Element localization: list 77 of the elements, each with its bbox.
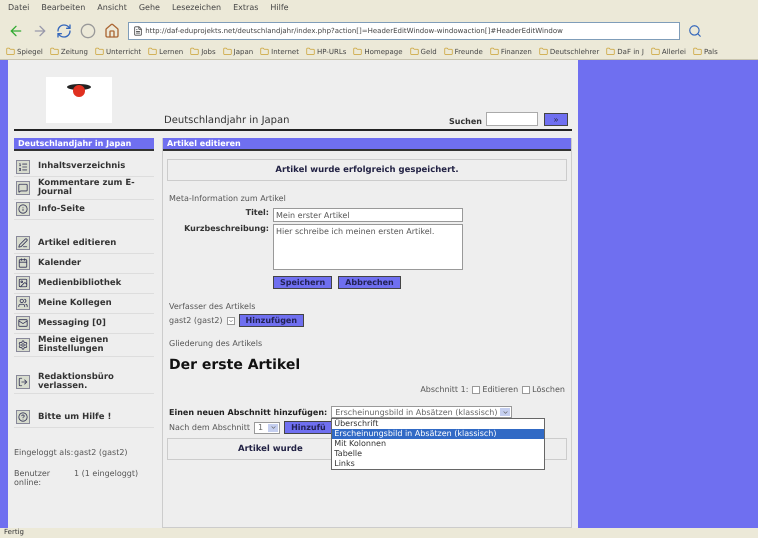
home-icon[interactable] bbox=[104, 23, 120, 39]
menu-item[interactable]: Gehe bbox=[138, 3, 160, 15]
add-section-button[interactable]: Hinzufü bbox=[284, 421, 333, 434]
section-number-select[interactable]: 1 bbox=[254, 422, 280, 434]
folder-icon bbox=[50, 47, 59, 56]
section-label: Abschnitt 1: bbox=[420, 385, 468, 394]
folder-icon bbox=[538, 47, 548, 56]
small-square-icon bbox=[472, 386, 480, 394]
article-title: Der erste Artikel bbox=[169, 357, 302, 373]
search-button[interactable]: » bbox=[544, 113, 568, 126]
sidebar-item[interactable]: Redaktionsbüro verlassen. bbox=[14, 370, 154, 394]
folder-icon bbox=[410, 47, 419, 56]
menu-item[interactable]: Bearbeiten bbox=[41, 3, 86, 15]
menu-item[interactable]: Datei bbox=[8, 3, 30, 15]
sidebar-item[interactable]: Inhaltsverzeichnis bbox=[14, 157, 154, 177]
form-button[interactable]: Abbrechen bbox=[338, 276, 401, 289]
menu-item[interactable]: Extras bbox=[233, 3, 258, 15]
title-field[interactable]: Mein erster Artikel bbox=[273, 208, 463, 222]
dropdown-option[interactable]: Erscheinungsbild in Absätzen (klassisch) bbox=[332, 429, 544, 439]
sidebar-item[interactable]: Info-Seite bbox=[14, 200, 154, 220]
folder-icon bbox=[353, 47, 362, 56]
back-icon[interactable] bbox=[8, 23, 24, 39]
sidebar-item[interactable]: Artikel editieren bbox=[14, 234, 154, 254]
small-square-icon bbox=[522, 386, 530, 394]
reload-icon[interactable] bbox=[56, 23, 72, 39]
add-section-label: Einen neuen Abschnitt hinzufügen: bbox=[169, 408, 328, 416]
folder-icon bbox=[94, 47, 104, 56]
folder-icon bbox=[148, 47, 158, 56]
folder-icon bbox=[190, 47, 200, 56]
folder-icon bbox=[444, 47, 453, 56]
sidebar-item[interactable]: Medienbibliothek bbox=[14, 274, 154, 294]
sidebar-item[interactable]: Kommentare zum E-Journal bbox=[14, 177, 154, 200]
section-heading: Verfasser des Artikels bbox=[169, 302, 256, 311]
dropdown-arrow-icon[interactable] bbox=[226, 316, 235, 324]
section-heading: Meta-Information zum Artikel bbox=[169, 194, 287, 203]
info-label: Eingeloggt als: bbox=[14, 448, 74, 457]
description-field[interactable]: Hier schreibe ich meinen ersten Artikel. bbox=[273, 224, 463, 270]
folder-icon bbox=[606, 47, 616, 56]
info-label: Benutzer online: bbox=[14, 468, 52, 487]
folder-icon bbox=[650, 47, 660, 56]
dropdown-arrow-icon[interactable] bbox=[500, 408, 510, 416]
sidebar-item[interactable]: Kalender bbox=[14, 254, 154, 274]
field-label: Titel: bbox=[244, 208, 269, 219]
info-value: gast2 (gast2) bbox=[74, 448, 129, 457]
logo-drawing bbox=[46, 77, 112, 123]
menu-item[interactable]: Ansicht bbox=[97, 3, 127, 15]
after-section-label: Nach dem Abschnitt bbox=[169, 423, 250, 432]
menu-item[interactable]: Hilfe bbox=[270, 3, 289, 15]
section-heading: Gliederung des Artikels bbox=[169, 339, 264, 348]
folder-icon bbox=[260, 47, 270, 56]
search-field[interactable] bbox=[486, 112, 538, 126]
info-value: 1 (1 eingeloggt) bbox=[74, 468, 140, 480]
author-name: gast2 (gast2) bbox=[169, 316, 223, 325]
stop-icon[interactable] bbox=[80, 23, 96, 39]
menu-item[interactable]: Lesezeichen bbox=[172, 3, 222, 15]
sidebar-item[interactable]: Meine Kollegen bbox=[14, 294, 154, 314]
folder-icon bbox=[6, 47, 15, 56]
site-title: Deutschlandjahr in Japan bbox=[164, 115, 290, 126]
sidebar-item[interactable]: Meine eigenen Einstellungen bbox=[14, 334, 154, 357]
folder-icon bbox=[490, 47, 499, 56]
panel-title: Artikel editieren bbox=[163, 138, 571, 151]
go-icon[interactable] bbox=[688, 24, 702, 38]
search-label: Suchen bbox=[448, 117, 482, 126]
success-message: Artikel wurde erfolgreich gespeichert. bbox=[167, 159, 567, 181]
forward-icon[interactable] bbox=[32, 23, 48, 39]
add-author-button[interactable]: Hinzufügen bbox=[238, 314, 304, 327]
section-action-link[interactable]: Editieren bbox=[472, 385, 518, 394]
folder-icon bbox=[306, 47, 315, 56]
section-action-link[interactable]: Löschen bbox=[522, 385, 565, 394]
form-button[interactable]: Speichern bbox=[273, 276, 332, 289]
folder-icon bbox=[222, 47, 232, 56]
sidebar-title: Deutschlandjahr in Japan bbox=[14, 138, 154, 151]
sidebar-item[interactable]: Bitte um Hilfe ! bbox=[14, 408, 154, 428]
sidebar-item[interactable]: Messaging [0] bbox=[14, 314, 154, 334]
folder-icon bbox=[692, 47, 702, 56]
dropdown-arrow-icon[interactable] bbox=[268, 424, 278, 432]
field-label: Kurzbeschreibung: bbox=[183, 224, 269, 235]
